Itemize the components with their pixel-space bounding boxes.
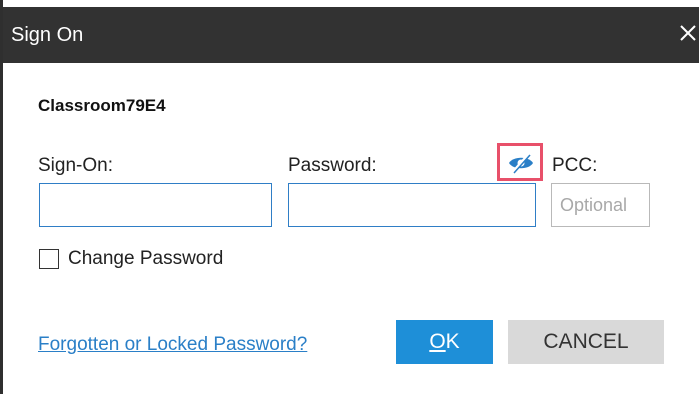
password-input[interactable] — [288, 183, 536, 227]
change-password-option[interactable]: Change Password — [39, 247, 223, 271]
change-password-checkbox[interactable] — [39, 249, 59, 269]
password-label: Password: — [288, 155, 377, 176]
sign-on-dialog: Sign On Classroom79E4 Sign-On: Password:… — [0, 0, 699, 394]
signon-input[interactable] — [39, 183, 272, 227]
ok-button[interactable]: OK — [396, 320, 493, 364]
pcc-label: PCC: — [552, 155, 598, 176]
ok-mnemonic: O — [429, 330, 446, 353]
forgot-password-link[interactable]: Forgotten or Locked Password? — [38, 334, 307, 356]
close-button[interactable] — [674, 17, 699, 51]
change-password-label: Change Password — [68, 248, 224, 269]
eye-slash-icon — [509, 153, 533, 174]
signon-label: Sign-On: — [38, 155, 113, 176]
close-icon — [680, 25, 696, 41]
show-password-toggle[interactable] — [497, 143, 543, 181]
pcc-input[interactable] — [551, 183, 650, 227]
title-bar: Sign On — [3, 7, 699, 63]
station-name: Classroom79E4 — [38, 96, 166, 115]
ok-label-rest: K — [445, 330, 460, 353]
window-title: Sign On — [11, 24, 84, 46]
cancel-button[interactable]: CANCEL — [508, 320, 664, 364]
